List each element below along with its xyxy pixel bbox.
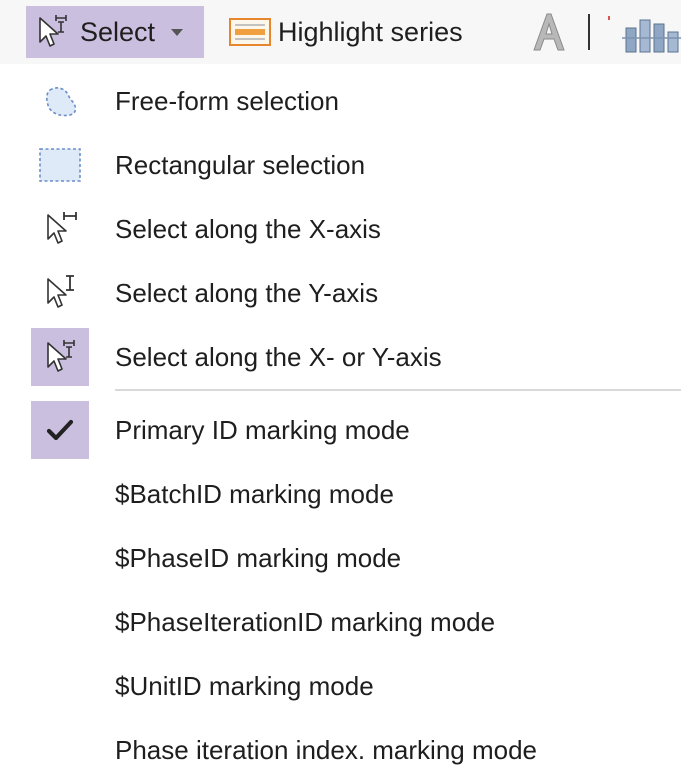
menu-item-unitid-marking[interactable]: $UnitID marking mode <box>0 654 681 718</box>
highlight-series-icon <box>228 17 272 47</box>
select-x-axis-icon <box>31 200 89 258</box>
menu-item-label: $UnitID marking mode <box>115 670 374 701</box>
menu-item-phaseid-marking[interactable]: $PhaseID marking mode <box>0 526 681 590</box>
menu-item-label: Select along the Y-axis <box>115 277 379 308</box>
select-dropdown-menu: Free-form selection Rectangular selectio… <box>0 64 681 780</box>
rectangular-selection-icon <box>31 136 89 194</box>
menu-item-select-y-axis[interactable]: Select along the Y-axis <box>0 261 681 325</box>
toolbar: Select Highlight series <box>0 0 681 65</box>
select-dropdown-button[interactable]: Select <box>26 6 204 58</box>
toolbar-marker <box>608 16 610 20</box>
menu-item-label: $PhaseIterationID marking mode <box>115 606 496 637</box>
menu-separator <box>115 389 681 391</box>
menu-item-phaseiterationid-marking[interactable]: $PhaseIterationID marking mode <box>0 590 681 654</box>
highlight-series-button[interactable]: Highlight series <box>222 6 463 58</box>
menu-item-primary-id-marking[interactable]: Primary ID marking mode <box>0 398 681 462</box>
menu-item-label: Select along the X-axis <box>115 213 381 244</box>
menu-item-label: Free-form selection <box>115 85 339 116</box>
menu-item-label: $PhaseID marking mode <box>115 542 402 573</box>
select-button-label: Select <box>80 16 156 47</box>
freeform-selection-icon <box>31 72 89 130</box>
highlight-series-label: Highlight series <box>278 16 463 47</box>
select-y-axis-icon <box>31 264 89 322</box>
menu-item-phase-iteration-index-marking[interactable]: Phase iteration index. marking mode <box>0 718 681 782</box>
select-xy-axis-icon <box>31 328 89 386</box>
menu-item-label: Primary ID marking mode <box>115 414 410 445</box>
color-palette-icon[interactable] <box>622 14 681 54</box>
select-xy-axis-icon <box>26 10 78 54</box>
menu-item-label: Rectangular selection <box>115 149 366 180</box>
menu-item-freeform-selection[interactable]: Free-form selection <box>0 69 681 133</box>
menu-item-rectangular-selection[interactable]: Rectangular selection <box>0 133 681 197</box>
menu-item-label: $BatchID marking mode <box>115 478 394 509</box>
chevron-down-icon <box>171 28 184 36</box>
menu-item-label: Phase iteration index. marking mode <box>115 734 538 765</box>
font-icon[interactable] <box>530 10 568 54</box>
menu-item-select-xy-axis[interactable]: Select along the X- or Y-axis <box>0 325 681 389</box>
checkmark-icon <box>31 401 89 459</box>
menu-item-select-x-axis[interactable]: Select along the X-axis <box>0 197 681 261</box>
toolbar-divider <box>588 14 590 50</box>
menu-item-batchid-marking[interactable]: $BatchID marking mode <box>0 462 681 526</box>
menu-item-label: Select along the X- or Y-axis <box>115 341 442 372</box>
